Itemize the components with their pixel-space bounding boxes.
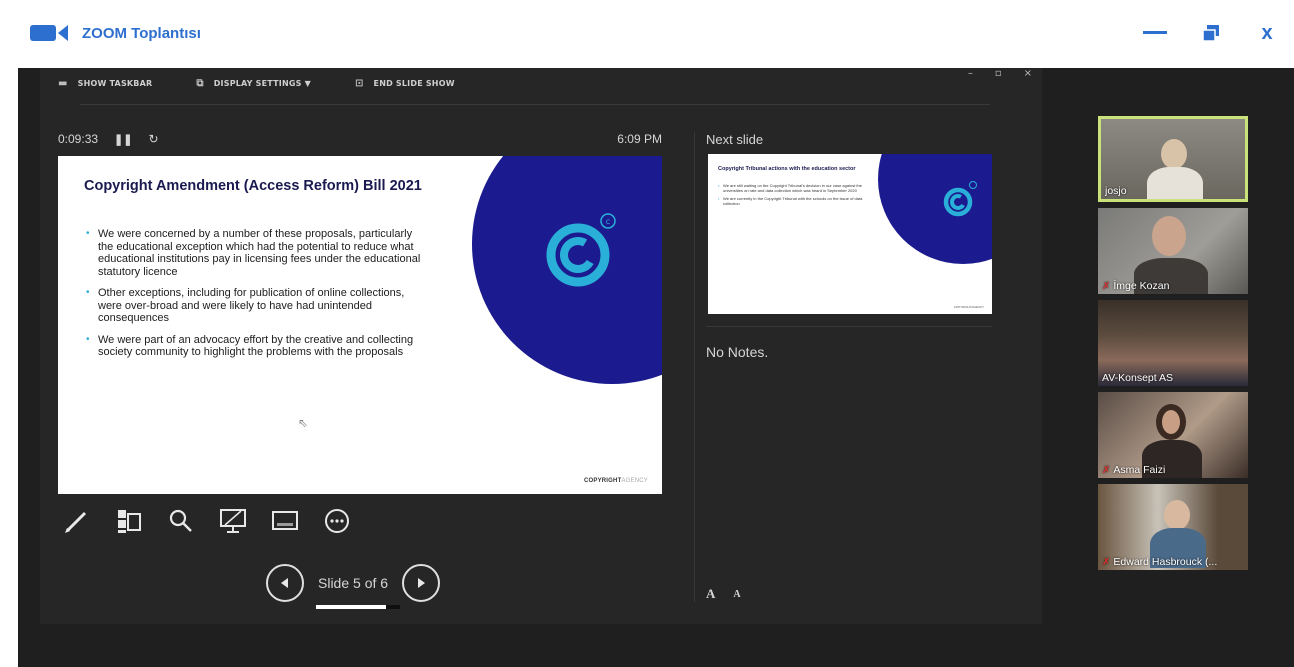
slide-bullets: We were concerned by a number of these p… xyxy=(84,228,424,368)
restore-icon xyxy=(1202,25,1219,42)
mic-muted-icon: ✗ xyxy=(1102,556,1111,568)
next-slide-bullet: We are still waiting on the Copyright Tr… xyxy=(718,183,878,193)
black-screen-button[interactable] xyxy=(218,506,248,536)
svg-text:c: c xyxy=(606,217,610,226)
mouse-cursor-icon: ⇖ xyxy=(298,416,309,430)
reset-timer-button[interactable]: ↻ xyxy=(148,132,158,146)
participant-tile[interactable]: josjo xyxy=(1098,116,1248,202)
participant-name: josjo xyxy=(1105,185,1127,197)
slide-progress-fill xyxy=(316,605,386,609)
meeting-area: ▬ SHOW TASKBAR ⧉ DISPLAY SETTINGS ▼ ⊡ EN… xyxy=(18,68,1294,667)
slide-progress-bar xyxy=(316,605,400,609)
pause-timer-button[interactable]: ❚❚ xyxy=(114,133,132,146)
slide-grid-icon xyxy=(118,510,141,533)
display-settings-label: DISPLAY SETTINGS ▼ xyxy=(213,79,311,88)
presenter-restore-button[interactable]: ▫ xyxy=(995,68,1002,79)
slide-tools xyxy=(62,506,352,536)
participant-video xyxy=(1152,216,1186,256)
participant-tile[interactable]: ✗ İmge Kozan xyxy=(1098,208,1248,294)
current-time: 6:09 PM xyxy=(617,132,662,146)
toolbar-divider xyxy=(80,104,990,105)
participant-tile[interactable]: AV-Konsept AS xyxy=(1098,300,1248,386)
camera-icon xyxy=(30,24,72,42)
mic-muted-icon: ✗ xyxy=(1102,464,1111,476)
title-group: ZOOM Toplantısı xyxy=(30,24,201,42)
screen-pointer-icon xyxy=(220,509,246,533)
presenter-toolbar: ▬ SHOW TASKBAR ⧉ DISPLAY SETTINGS ▼ ⊡ EN… xyxy=(58,78,455,89)
window-title: ZOOM Toplantısı xyxy=(82,24,201,42)
previous-slide-button[interactable] xyxy=(266,564,304,602)
more-options-icon xyxy=(325,509,349,533)
presenter-minimize-button[interactable]: – xyxy=(968,68,973,79)
next-slide-bullets: We are still waiting on the Copyright Tr… xyxy=(718,183,878,210)
next-slide-bullet: We are currently in the Copyright Tribun… xyxy=(718,196,878,206)
current-slide[interactable]: c Copyright Amendment (Access Reform) Bi… xyxy=(58,156,662,494)
display-settings-icon: ⧉ xyxy=(196,78,204,89)
slide-bullet: We were part of an advocacy effort by th… xyxy=(84,334,424,359)
copyright-logo-icon: c xyxy=(546,213,616,287)
title-bar: ZOOM Toplantısı x xyxy=(18,0,1294,68)
close-button[interactable]: x xyxy=(1254,20,1280,46)
minimize-button[interactable] xyxy=(1142,20,1168,46)
participant-video-body xyxy=(1147,167,1203,199)
chevron-left-icon xyxy=(281,578,288,588)
minimize-icon xyxy=(1143,31,1167,34)
close-icon: x xyxy=(1261,21,1273,44)
panel-divider xyxy=(694,132,695,602)
notes-font-controls: A A xyxy=(706,586,741,602)
next-slide-title: Copyright Tribunal actions with the educ… xyxy=(718,166,856,172)
next-slide-copyright-logo-icon xyxy=(943,181,977,217)
end-slide-show-button[interactable]: ⊡ END SLIDE SHOW xyxy=(355,78,455,89)
end-show-icon: ⊡ xyxy=(354,78,364,89)
presenter-view: ▬ SHOW TASKBAR ⧉ DISPLAY SETTINGS ▼ ⊡ EN… xyxy=(40,68,1042,624)
taskbar-icon: ▬ xyxy=(58,78,68,89)
timer-row: 0:09:33 ❚❚ ↻ 6:09 PM xyxy=(58,132,662,146)
show-taskbar-label: SHOW TASKBAR xyxy=(77,79,153,88)
presenter-window-controls: – ▫ × xyxy=(968,68,1032,79)
slide-navigation: Slide 5 of 6 xyxy=(266,564,441,609)
speaker-notes: No Notes. xyxy=(706,344,769,360)
pen-tool-button[interactable] xyxy=(62,506,92,536)
video-gallery: josjo ✗ İmge Kozan AV-Konsept AS ✗ Asma Fa… xyxy=(1098,116,1250,576)
slide-counter[interactable]: Slide 5 of 6 xyxy=(316,575,400,609)
zoom-icon xyxy=(169,509,192,532)
window-controls: x xyxy=(1142,20,1280,46)
participant-tile[interactable]: ✗ Asma Faizi xyxy=(1098,392,1248,478)
see-all-slides-button[interactable] xyxy=(114,506,144,536)
next-slide-footer-logo: COPYRIGHTAGENCY xyxy=(953,305,984,309)
more-options-button[interactable] xyxy=(322,506,352,536)
chevron-right-icon xyxy=(418,578,426,588)
participant-name: ✗ İmge Kozan xyxy=(1102,280,1170,292)
participant-name: ✗ Edward Hasbrouck (... xyxy=(1102,556,1218,568)
end-slide-show-label: END SLIDE SHOW xyxy=(373,79,455,88)
presenter-close-button[interactable]: × xyxy=(1024,68,1032,79)
participant-name: AV-Konsept AS xyxy=(1102,372,1174,384)
pen-icon xyxy=(65,511,87,533)
restore-button[interactable] xyxy=(1198,20,1224,46)
slide-title: Copyright Amendment (Access Reform) Bill… xyxy=(84,178,422,194)
participant-video xyxy=(1161,139,1187,169)
next-slide-heading: Next slide xyxy=(706,132,764,147)
participant-video xyxy=(1164,500,1190,530)
subtitles-icon xyxy=(272,511,298,530)
participant-video xyxy=(1156,404,1186,440)
increase-font-button[interactable]: A xyxy=(706,586,715,602)
zoom-button[interactable] xyxy=(166,506,196,536)
display-settings-button[interactable]: ⧉ DISPLAY SETTINGS ▼ xyxy=(196,78,311,89)
slide-bullet: We were concerned by a number of these p… xyxy=(84,228,424,278)
slide-bullet: Other exceptions, including for publicat… xyxy=(84,287,424,325)
elapsed-timer: 0:09:33 xyxy=(58,132,99,146)
participant-name: ✗ Asma Faizi xyxy=(1102,464,1166,476)
next-slide-button[interactable] xyxy=(402,564,441,602)
subtitles-button[interactable] xyxy=(270,506,300,536)
participant-tile[interactable]: ✗ Edward Hasbrouck (... xyxy=(1098,484,1248,570)
mic-muted-icon: ✗ xyxy=(1102,280,1111,292)
notes-divider xyxy=(706,326,992,327)
decrease-font-button[interactable]: A xyxy=(733,589,740,602)
show-taskbar-button[interactable]: ▬ SHOW TASKBAR xyxy=(58,78,152,89)
slide-footer-logo: COPYRIGHTAGENCY xyxy=(583,478,648,484)
next-slide-preview[interactable]: Copyright Tribunal actions with the educ… xyxy=(708,154,992,314)
slide-counter-label: Slide 5 of 6 xyxy=(318,575,389,591)
